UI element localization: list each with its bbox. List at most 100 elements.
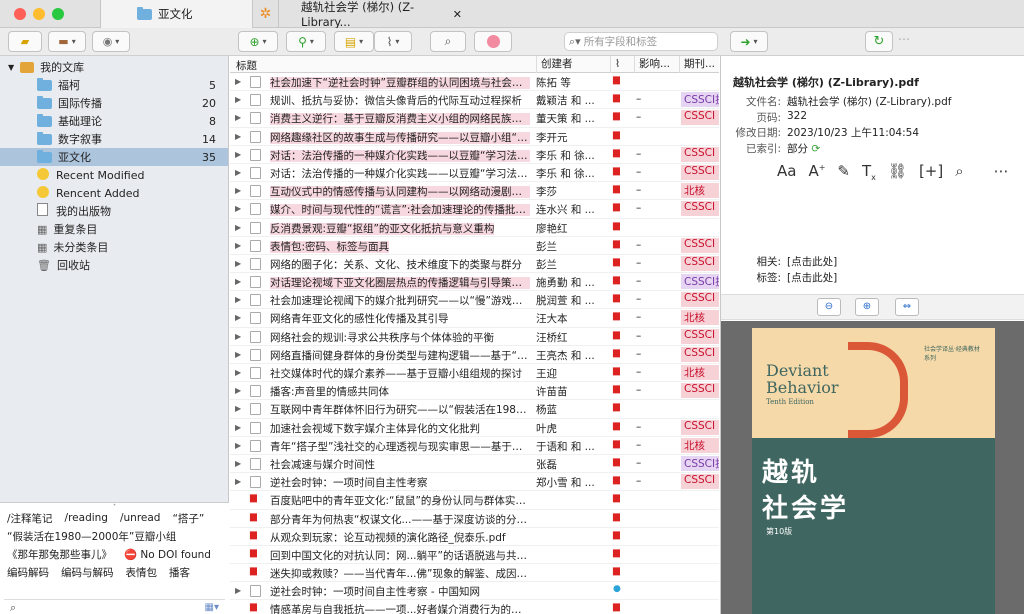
locate-button[interactable]: ➜ ▾ xyxy=(730,31,768,52)
metadata-value[interactable]: 越轨社会学 (梯尔) (Z-Library).pdf xyxy=(787,94,951,109)
pdf-attachment-icon[interactable]: ▆ xyxy=(613,457,620,467)
pdf-attachment-icon[interactable]: ▆ xyxy=(613,221,620,231)
collection-item[interactable]: 亚文化 35 xyxy=(0,148,228,166)
insert-citation-icon[interactable]: [+] xyxy=(919,162,943,182)
expand-row-icon[interactable]: ▶ xyxy=(235,95,241,104)
pdf-attachment-icon[interactable]: ▆ xyxy=(613,130,620,140)
expand-row-icon[interactable]: ▶ xyxy=(235,113,241,122)
item-row[interactable]: ▶ 对话：法治传播的一种媒介化实践——以豆瓣“学习法律... 李乐 和 徐... ▆ –… xyxy=(230,164,719,183)
special-collection-item[interactable]: 我的出版物 xyxy=(0,202,228,220)
pdf-attachment-icon[interactable]: ▆ xyxy=(613,530,620,540)
item-row[interactable]: ▶ 网络直播间健身群体的身份类型与建构逻辑——基于“刘... 王亮杰 和 ... ▆ –… xyxy=(230,346,719,364)
add-by-identifier-button[interactable]: ⚲ ▾ xyxy=(286,31,326,52)
expand-row-icon[interactable]: ▶ xyxy=(235,459,241,468)
expand-row-icon[interactable]: ▶ xyxy=(235,259,241,268)
pdf-attachment-icon[interactable]: ▆ xyxy=(613,330,620,340)
pdf-attachment-icon[interactable]: ▆ xyxy=(613,75,620,85)
pdf-attachment-icon[interactable]: ▆ xyxy=(613,366,620,376)
expand-row-icon[interactable]: ▶ xyxy=(235,313,241,322)
special-collection-item[interactable]: Rencent Added xyxy=(0,184,228,202)
sync-filter-button[interactable]: ◉ ▾ xyxy=(92,31,130,52)
item-row[interactable]: ▆ 回到中国文化的对抗认同：网...躺平”的话语脱逃与共识... ▆ xyxy=(230,546,719,565)
tab-reader[interactable]: 越轨社会学 (梯尔) (Z-Library... ✕ xyxy=(278,0,462,29)
item-row[interactable]: ▶ 播客:声音里的情感共同体 许苗苗 ▆ – CSSCI xyxy=(230,382,719,401)
expand-row-icon[interactable]: ▶ xyxy=(235,350,241,359)
pdf-attachment-icon[interactable]: ▆ xyxy=(613,275,620,285)
item-row[interactable]: ▶ 对话：法治传播的一种媒介化实践——以豆瓣“学习法律... 李乐 和 徐... ▆ –… xyxy=(230,146,719,164)
special-collection-item[interactable]: ▦ 重复条目 xyxy=(0,220,228,238)
tag[interactable]: /reading xyxy=(65,512,108,524)
item-row[interactable]: ▶ 社会加速下“逆社会时钟”豆瓣群组的认同困境与社会比较 陈拓 等 ▆ xyxy=(230,73,719,92)
tag[interactable]: 表情包 xyxy=(126,565,158,580)
metadata-value[interactable]: 322 xyxy=(787,110,807,122)
expand-row-icon[interactable]: ▶ xyxy=(235,168,241,177)
more-icon[interactable]: ⋯ xyxy=(994,162,1009,182)
close-tab-icon[interactable]: ✕ xyxy=(453,8,462,21)
pdf-attachment-icon[interactable]: ▆ xyxy=(613,239,620,249)
pdf-attachment-icon[interactable]: ▆ xyxy=(613,566,620,576)
related-value[interactable]: [点击此处] xyxy=(787,254,837,269)
item-row[interactable]: ▶ 网络的圈子化：关系、文化、技术维度下的类聚与群分 彭兰 ▆ – CSSCI xyxy=(230,255,719,274)
tag[interactable]: 播客 xyxy=(169,565,190,580)
collection-item[interactable]: 数字叙事 14 xyxy=(0,130,228,148)
column-impact[interactable]: 影响... xyxy=(634,56,670,73)
metadata-value[interactable]: 部分 ⟳ xyxy=(787,141,820,156)
highlighter-icon[interactable]: ✎ xyxy=(837,162,850,182)
search-input[interactable]: ⌕▾ 所有字段和标签 xyxy=(564,32,718,51)
tag-no-doi[interactable]: ⛔ No DOI found xyxy=(124,548,211,561)
tags-value[interactable]: [点击此处] xyxy=(787,270,837,285)
pdf-attachment-icon[interactable]: ▆ xyxy=(613,311,620,321)
metadata-value[interactable]: 2023/10/23 上午11:04:54 xyxy=(787,125,919,140)
expand-row-icon[interactable]: ▶ xyxy=(235,332,241,341)
tag[interactable]: /unread xyxy=(120,512,161,524)
pdf-attachment-icon[interactable]: ▆ xyxy=(613,421,620,431)
expand-row-icon[interactable]: ▶ xyxy=(235,132,241,141)
close-window-button[interactable] xyxy=(14,8,26,20)
text-size-icon[interactable]: Aa xyxy=(777,162,796,182)
library-root[interactable]: ▼ 我的文库 xyxy=(0,58,228,76)
pdf-attachment-icon[interactable]: ▆ xyxy=(613,166,620,176)
web-link-icon[interactable]: ● xyxy=(613,584,621,594)
tag[interactable]: 《那年那兔那些事儿》 xyxy=(7,547,112,562)
pdf-attachment-icon[interactable]: ▆ xyxy=(613,493,620,503)
tab-library[interactable]: 亚文化 xyxy=(100,0,252,28)
fit-width-button[interactable]: ⇔ xyxy=(895,298,919,316)
column-creator[interactable]: 创建者 xyxy=(536,56,573,73)
item-row[interactable]: ▶ 网络青年亚文化的感性化传播及其引导 汪大本 ▆ – 北核 xyxy=(230,309,719,328)
expand-row-icon[interactable]: ▶ xyxy=(235,477,241,486)
library-actions-button[interactable]: ▬ ▾ xyxy=(48,31,86,52)
expand-row-icon[interactable]: ▶ xyxy=(235,586,241,595)
pdf-attachment-icon[interactable]: ▆ xyxy=(613,475,620,485)
item-row[interactable]: ▆ 情感革房与自我抵抗——一项...好者媒介消费行为的质化... ▆ xyxy=(230,600,719,614)
pdf-preview[interactable]: Deviant Behavior Tenth Edition 社会学译丛·经典教… xyxy=(721,321,1024,614)
pdf-attachment-icon[interactable]: ▆ xyxy=(613,439,620,449)
item-row[interactable]: ▆ 部分青年为何热衷“权谋文化...——基于深度访谈的分析... ▆ xyxy=(230,510,719,528)
zotero-logo-icon[interactable]: ✲ xyxy=(252,0,278,28)
collection-item[interactable]: 福柯 5 xyxy=(0,76,228,94)
item-row[interactable]: ▶ 社会减速与媒介时间性 张磊 ▆ – CSSCI扩 xyxy=(230,455,719,474)
link-icon[interactable]: ⛓ xyxy=(888,162,907,182)
tag-actions-icon[interactable]: ▦▾ xyxy=(205,602,219,613)
item-row[interactable]: ▆ 迷失抑或救赎？——当代青年...佛”现象的解鉴、成因与... ▆ xyxy=(230,564,719,583)
item-row[interactable]: ▶ 反消费景观:豆瓣“抠组”的亚文化抵抗与意义重构 廖艳红 ▆ xyxy=(230,219,719,237)
minimize-window-button[interactable] xyxy=(33,8,45,20)
expand-row-icon[interactable]: ▶ xyxy=(235,150,241,159)
item-row[interactable]: ▶ 互联网中青年群体怀旧行为研究——以“假装活在1980—... 杨蓝 ▆ xyxy=(230,400,719,419)
pdf-attachment-icon[interactable]: ▆ xyxy=(613,93,620,103)
expand-row-icon[interactable]: ▶ xyxy=(235,404,241,413)
tag[interactable]: “假装活在1980—2000年”豆瓣小组 xyxy=(7,529,176,544)
item-row[interactable]: ▶ 规训、抵抗与妥协：微信头像背后的代际互动过程探析 戴颖洁 和 ... ▆ – CSSC… xyxy=(230,91,719,110)
item-row[interactable]: ▶ 逆社会时钟：一项时间自主性考察 - 中国知网 ● xyxy=(230,582,719,601)
pdf-attachment-icon[interactable]: ▆ xyxy=(613,348,620,358)
expand-row-icon[interactable]: ▶ xyxy=(235,277,241,286)
new-collection-button[interactable]: ▰ xyxy=(8,31,42,52)
special-collection-item[interactable]: Recent Modified xyxy=(0,166,228,184)
reindex-icon[interactable]: ⟳ xyxy=(811,143,820,155)
item-row[interactable]: ▶ 加速社会视域下数字媒介主体异化的文化批判 叶虎 ▆ – CSSCI xyxy=(230,419,719,437)
add-attachment-button[interactable]: ⌇ ▾ xyxy=(374,31,412,52)
item-row[interactable]: ▆ 百度贴吧中的青年亚文化:“鼠鼠”的身份认同与群体实践... ▆ xyxy=(230,491,719,510)
pdf-attachment-icon[interactable]: ▆ xyxy=(613,111,620,121)
expand-row-icon[interactable]: ▶ xyxy=(235,77,241,86)
collection-item[interactable]: 国际传播 20 xyxy=(0,94,228,112)
expand-row-icon[interactable]: ▶ xyxy=(235,368,241,377)
